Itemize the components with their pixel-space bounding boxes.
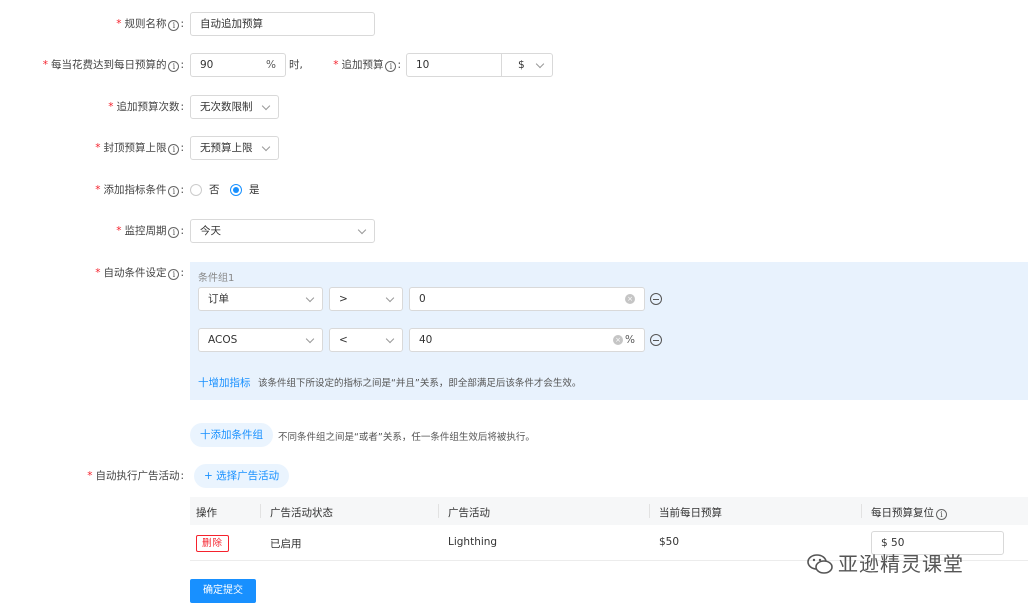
current-budget: $50 — [659, 536, 680, 548]
remove-circle-icon[interactable] — [650, 293, 662, 305]
info-icon[interactable]: i — [385, 61, 397, 72]
chevron-down-icon — [357, 225, 367, 235]
rule-name-input[interactable]: 自动追加预算 — [190, 12, 375, 36]
add-metric-hint: 该条件组下所设定的指标之间是“并且”关系，即全部满足后该条件才会生效。 — [258, 378, 582, 389]
condition-group-title: 条件组1 — [198, 273, 235, 284]
operator-select[interactable]: < — [329, 328, 403, 352]
chevron-down-icon — [385, 334, 395, 344]
chevron-down-icon — [305, 334, 315, 344]
info-icon[interactable]: i — [168, 186, 180, 197]
auto-campaign-label: * 自动执行广告活动: — [87, 470, 184, 482]
info-icon[interactable]: i — [168, 61, 180, 72]
chevron-down-icon — [261, 142, 271, 152]
metric-select[interactable]: 订单 — [198, 287, 323, 311]
chevron-down-icon — [261, 101, 271, 111]
info-icon[interactable]: i — [936, 509, 947, 520]
auto-condition-label: * 自动条件设定 i: — [95, 267, 184, 280]
value-input[interactable]: 40 ×% — [409, 328, 645, 352]
add-count-select[interactable]: 无次数限制 — [190, 95, 279, 119]
percent-suffix: % — [625, 334, 635, 346]
submit-button[interactable]: 确定提交 — [190, 579, 256, 603]
radio-checked-icon — [230, 184, 242, 196]
metric-condition-label: * 添加指标条件 i: — [95, 184, 184, 197]
add-budget-input[interactable]: 10 $ — [406, 53, 553, 77]
radio-yes[interactable]: 是 — [230, 184, 260, 196]
spend-threshold-input[interactable]: 90% — [190, 53, 286, 77]
remove-circle-icon[interactable] — [650, 334, 662, 346]
clear-icon[interactable]: × — [613, 335, 623, 345]
rule-name-label: * 规则名称 i: — [116, 18, 184, 31]
budget-cap-select[interactable]: 无预算上限 — [190, 136, 279, 160]
delete-button[interactable]: 删除 — [196, 535, 230, 552]
metric-select[interactable]: ACOS — [198, 328, 323, 352]
campaign-name: Lighthing — [448, 536, 498, 548]
radio-circle-icon — [190, 184, 202, 196]
currency-select[interactable]: $ — [518, 54, 525, 76]
condition-group-panel: 条件组1 订单 > 0 × ACOS < 40 ×% 十增加指标 该条件组下所设定的… — [190, 262, 1028, 400]
add-metric-row: 十增加指标 该条件组下所设定的指标之间是“并且”关系，即全部满足后该条件才会生效… — [198, 375, 581, 390]
monitor-period-select[interactable]: 今天 — [190, 219, 375, 243]
select-campaign-button[interactable]: + 选择广告活动 — [194, 464, 290, 488]
chevron-down-icon — [385, 293, 395, 303]
spend-threshold-value: 90 — [200, 59, 214, 71]
add-budget-value: 10 — [416, 59, 430, 71]
info-icon[interactable]: i — [168, 227, 180, 238]
chevron-down-icon — [535, 59, 545, 69]
value-input[interactable]: 0 × — [409, 287, 645, 311]
campaign-status: 已启用 — [270, 538, 302, 550]
monitor-period-label: * 监控周期 i: — [116, 225, 184, 238]
add-condition-group-button[interactable]: 十添加条件组 — [190, 423, 273, 447]
add-count-label: * 追加预算次数: — [108, 101, 184, 113]
add-group-hint: 不同条件组之间是“或者”关系，任一条件组生效后将被执行。 — [278, 432, 535, 443]
operator-select[interactable]: > — [329, 287, 403, 311]
chevron-down-icon — [305, 293, 315, 303]
col-header-reset: 每日预算复位 i — [871, 505, 947, 520]
table-header: 操作 广告活动状态 广告活动 当前每日预算 每日预算复位 i — [190, 497, 1028, 525]
watermark: 亚逊精灵课堂 — [806, 548, 964, 577]
wechat-logo-icon — [807, 554, 833, 574]
clear-icon[interactable]: × — [625, 294, 635, 304]
col-header-action: 操作 — [196, 507, 217, 519]
radio-no[interactable]: 否 — [190, 184, 220, 196]
add-metric-link[interactable]: 十增加指标 — [198, 377, 251, 389]
col-header-budget: 当前每日预算 — [659, 507, 722, 519]
col-header-campaign: 广告活动 — [448, 507, 490, 519]
percent-suffix: % — [266, 59, 276, 71]
budget-cap-label: * 封顶预算上限 i: — [95, 142, 184, 155]
info-icon[interactable]: i — [168, 269, 180, 280]
col-header-status: 广告活动状态 — [270, 507, 333, 519]
spend-threshold-label: * 每当花费达到每日预算的 i: — [42, 59, 184, 72]
spend-threshold-after: 时, — [289, 59, 303, 71]
info-icon[interactable]: i — [168, 144, 180, 155]
info-icon[interactable]: i — [168, 20, 180, 31]
add-budget-label: * 追加预算 i: — [333, 59, 401, 72]
